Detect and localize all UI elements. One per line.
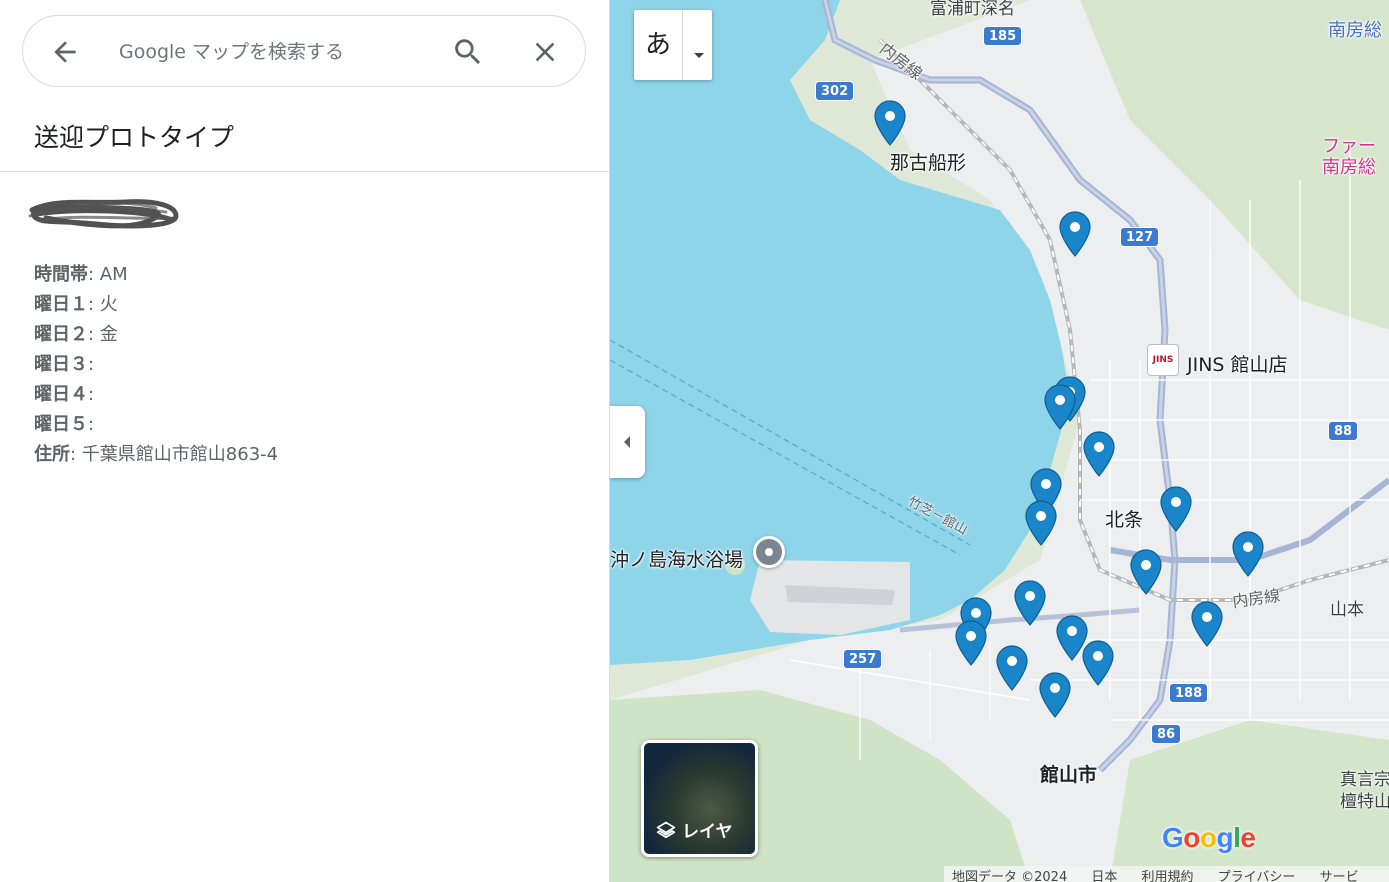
field-day1: 曜日１: 火 (34, 290, 278, 320)
route-shield: 185 (983, 26, 1023, 46)
field-value: : 金 (88, 324, 118, 345)
footer-terms-link[interactable]: 利用規約 (1142, 870, 1194, 882)
beach-marker-dot (765, 548, 773, 556)
search-icon[interactable] (451, 35, 485, 69)
place-label[interactable]: 那古船形 (890, 148, 966, 175)
location-pin-icon[interactable] (1160, 486, 1192, 532)
language-selector[interactable]: あ (634, 10, 712, 80)
field-day5: 曜日５: (34, 410, 278, 440)
field-label: 住所 (34, 444, 70, 465)
divider (0, 171, 610, 172)
chevron-left-icon (624, 436, 630, 448)
field-day4: 曜日４: (34, 380, 278, 410)
field-address: 住所: 千葉県館山市館山863-4 (34, 440, 278, 470)
page-title: 送迎プロトタイプ (34, 123, 235, 152)
footer-region-link[interactable]: 日本 (1091, 870, 1117, 882)
search-box (22, 15, 586, 87)
field-value: : 火 (88, 294, 118, 315)
field-day2: 曜日２: 金 (34, 320, 278, 350)
location-pin-icon[interactable] (874, 100, 906, 146)
map-footer: 地図データ ©2024 日本 利用規約 プライバシー サービ (944, 866, 1389, 882)
beach-marker-icon[interactable] (753, 536, 785, 568)
layer-toggle-button[interactable]: レイヤ (641, 740, 758, 857)
back-arrow-icon[interactable] (49, 36, 81, 68)
location-pin-icon[interactable] (1039, 672, 1071, 718)
location-pin-icon[interactable] (996, 645, 1028, 691)
location-pin-icon[interactable] (1232, 531, 1264, 577)
jins-logo-icon[interactable]: JINS (1147, 344, 1179, 376)
collapse-panel-button[interactable] (610, 406, 645, 478)
location-pin-icon[interactable] (1191, 601, 1223, 647)
footer-service-link[interactable]: サービ (1320, 870, 1359, 882)
place-label[interactable]: 富浦町深名 (930, 0, 1015, 19)
close-icon[interactable] (529, 36, 561, 68)
field-time: 時間帯: AM (34, 260, 278, 290)
search-input[interactable] (119, 34, 429, 70)
route-shield: 188 (1169, 683, 1209, 703)
chevron-down-icon[interactable] (686, 10, 712, 80)
field-label: 時間帯 (34, 264, 88, 285)
field-label: 曜日３ (34, 354, 88, 375)
place-label[interactable]: 檀特山 (1340, 787, 1389, 812)
location-pin-icon[interactable] (955, 620, 987, 666)
location-pin-icon[interactable] (1044, 384, 1076, 430)
field-value: : 千葉県館山市館山863-4 (70, 444, 279, 465)
place-label[interactable]: 館山市 (1040, 760, 1097, 787)
language-char[interactable]: あ (634, 10, 682, 80)
field-label: 曜日２ (34, 324, 88, 345)
route-shield: 86 (1151, 724, 1182, 744)
field-label: 曜日４ (34, 384, 88, 405)
place-label[interactable]: 山本 (1330, 595, 1364, 620)
route-shield: 257 (843, 649, 883, 669)
layer-button-label: レイヤ (682, 822, 733, 842)
route-shield: 302 (815, 81, 855, 101)
location-pin-icon[interactable] (1025, 500, 1057, 546)
location-pin-icon[interactable] (1014, 580, 1046, 626)
field-value: : (88, 384, 95, 405)
field-value: : (88, 354, 95, 375)
layers-icon (656, 821, 676, 838)
field-value: : AM (88, 264, 128, 285)
location-pin-icon[interactable] (1059, 211, 1091, 257)
language-divider (682, 10, 683, 80)
place-label[interactable]: 南房総 (1328, 16, 1382, 42)
place-label[interactable]: 南房総 (1322, 153, 1376, 179)
footer-privacy-link[interactable]: プライバシー (1218, 870, 1296, 882)
location-pin-icon[interactable] (1082, 640, 1114, 686)
footer-copyright: 地図データ ©2024 (952, 870, 1068, 882)
field-value: : (88, 414, 95, 435)
place-label[interactable]: 北条 (1105, 505, 1143, 532)
map-canvas[interactable]: あ 富浦町深名 那古船形 内房線 JINS 館山店 JINS 北条 館山市 沖ノ… (610, 0, 1389, 882)
redacted-name-scribble (28, 199, 179, 229)
side-panel: 送迎プロトタイプ 時間帯: AM 曜日１: 火 曜日２: 金 曜日３: 曜日４:… (0, 0, 610, 882)
route-shield: 127 (1120, 227, 1160, 247)
field-day3: 曜日３: (34, 350, 278, 380)
google-logo: Google (1162, 822, 1256, 853)
field-label: 曜日５ (34, 414, 88, 435)
place-label[interactable]: 沖ノ島海水浴場 (610, 545, 743, 572)
route-shield: 88 (1328, 421, 1359, 441)
place-label-jins[interactable]: JINS 館山店 (1187, 350, 1288, 377)
field-label: 曜日１ (34, 294, 88, 315)
layer-button-content: レイヤ (656, 817, 733, 842)
location-pin-icon[interactable] (1130, 549, 1162, 595)
info-fields: 時間帯: AM 曜日１: 火 曜日２: 金 曜日３: 曜日４: 曜日５: 住所:… (34, 260, 278, 470)
location-pin-icon[interactable] (1083, 431, 1115, 477)
